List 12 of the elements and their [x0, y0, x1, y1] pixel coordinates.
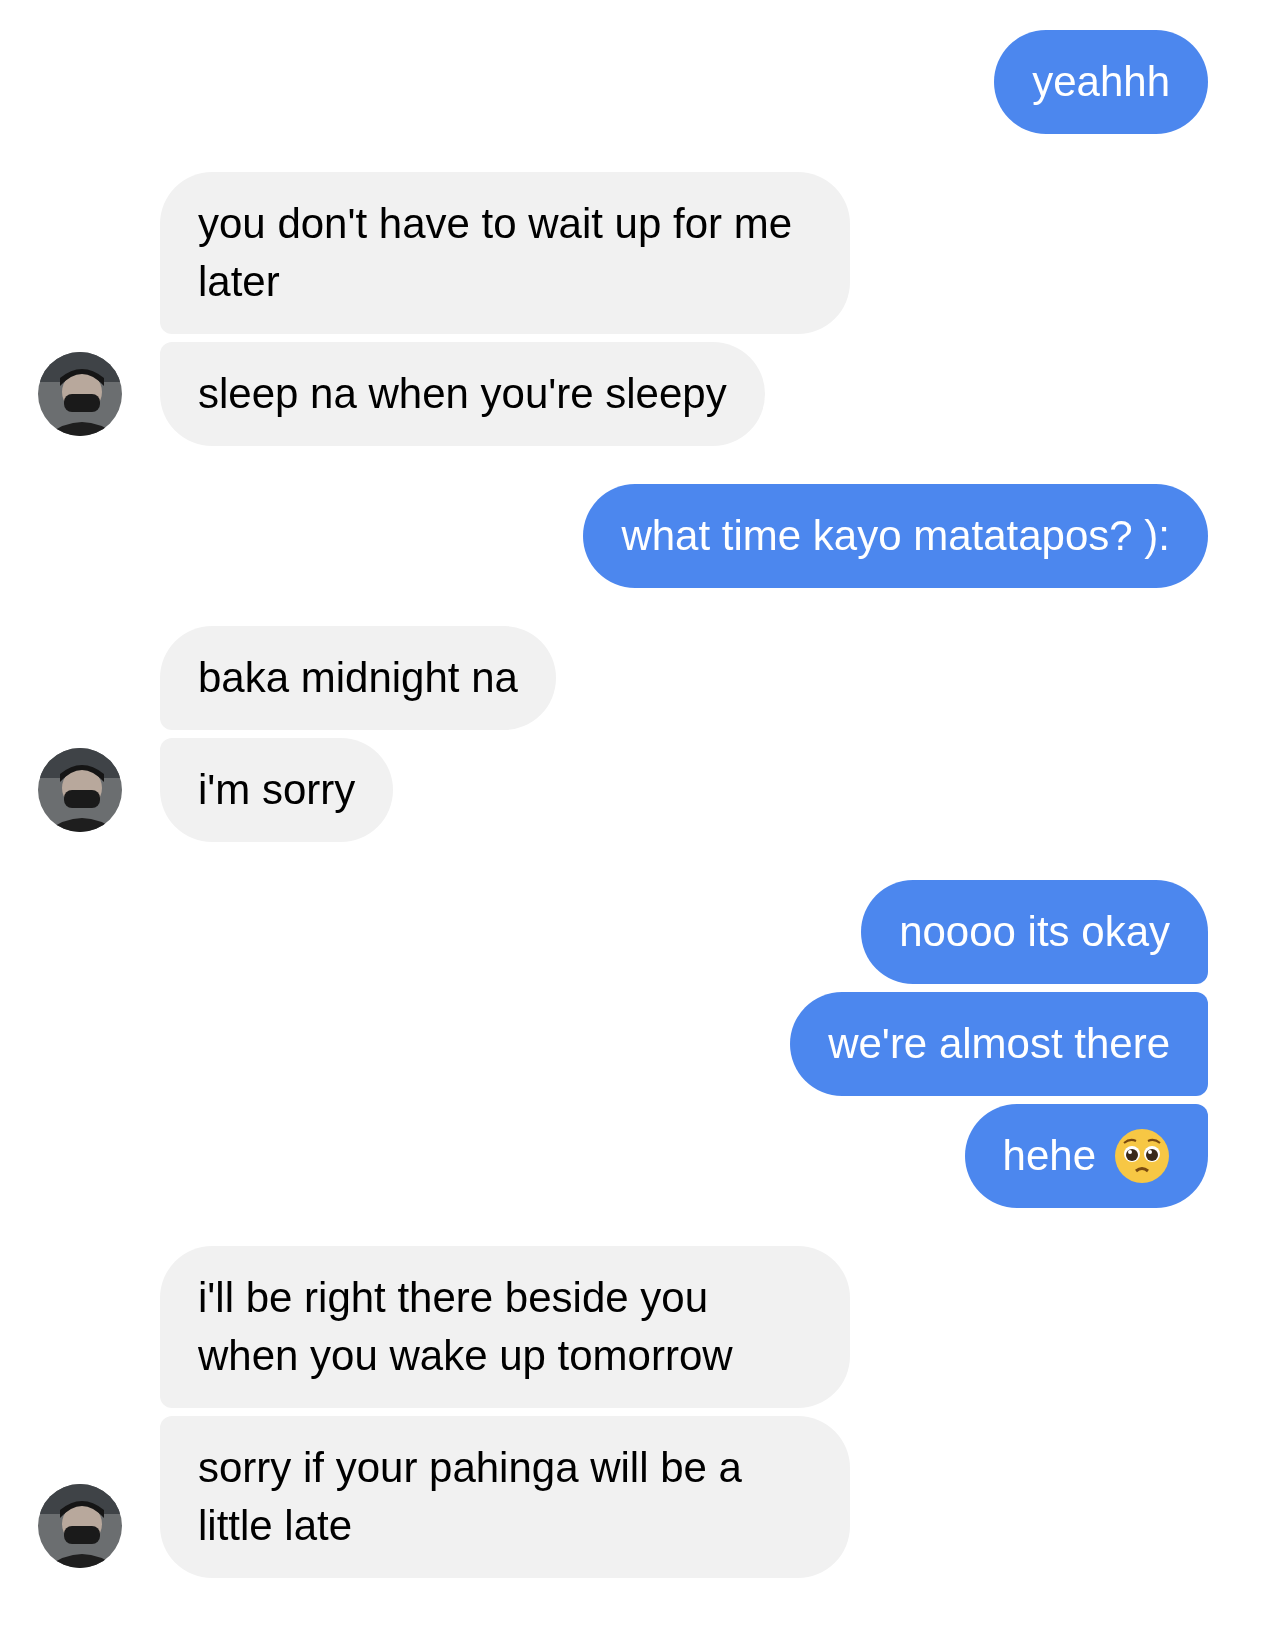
received-message: sorry if your pahinga will be a little late	[160, 1416, 850, 1578]
sent-message: we're almost there	[790, 992, 1208, 1096]
sent-message: noooo its okay	[861, 880, 1208, 984]
pleading-face-icon	[1114, 1127, 1170, 1184]
sent-message: hehe	[964, 1104, 1208, 1208]
received-message: i'm sorry	[160, 738, 394, 842]
received-message: baka midnight na	[160, 626, 556, 730]
sent-message: yeahhh	[994, 30, 1208, 134]
sent-message: what time kayo matatapos? ):	[583, 484, 1208, 588]
received-message: you don't have to wait up for me later	[160, 172, 850, 334]
received-message: i'll be right there beside you when you wake up tomorrow	[160, 1246, 850, 1408]
received-message: sleep na when you're sleepy	[160, 342, 765, 446]
